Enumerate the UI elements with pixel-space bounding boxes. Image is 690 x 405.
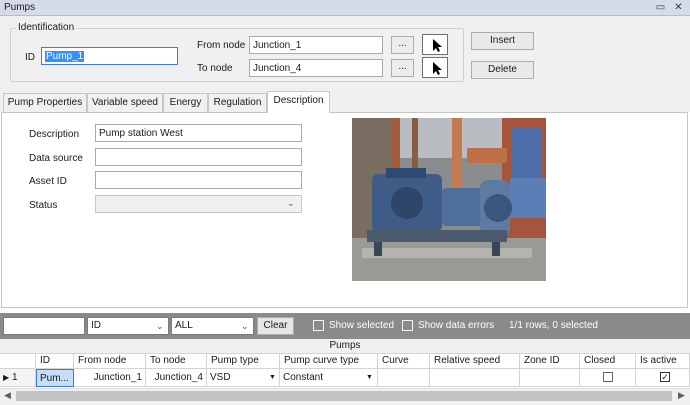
field-select-value: ID bbox=[91, 320, 101, 331]
id-value: Pump_1 bbox=[45, 51, 85, 62]
tab-regulation[interactable]: Regulation bbox=[208, 93, 267, 112]
grid-header-from-node[interactable]: From node bbox=[74, 353, 146, 369]
cursor-arrow-icon bbox=[433, 39, 442, 52]
show-data-errors-checkbox[interactable] bbox=[402, 320, 413, 331]
grid-search-input[interactable] bbox=[3, 317, 85, 335]
scroll-right-icon[interactable]: ▶ bbox=[678, 390, 685, 401]
cursor-arrow-icon bbox=[433, 62, 442, 75]
filter-select[interactable]: ALL ⌄ bbox=[171, 317, 254, 335]
description-label: Description bbox=[29, 129, 80, 140]
identification-legend: Identification bbox=[16, 22, 77, 33]
row-status-text: 1/1 rows, 0 selected bbox=[509, 320, 598, 331]
insert-button[interactable]: Insert bbox=[471, 32, 534, 50]
from-node-label: From node bbox=[197, 40, 246, 51]
window-titlebar: Pumps ▭ ✕ bbox=[0, 0, 690, 16]
show-selected-label: Show selected bbox=[329, 320, 395, 331]
chevron-down-icon: ⌄ bbox=[156, 321, 164, 331]
grid-header-pump-type[interactable]: Pump type bbox=[207, 353, 280, 369]
to-node-pick-button[interactable] bbox=[422, 57, 448, 78]
tab-energy[interactable]: Energy bbox=[163, 93, 208, 112]
tab-description[interactable]: Description bbox=[267, 91, 330, 113]
is-active-checkbox[interactable]: ✓ bbox=[660, 372, 670, 382]
status-select[interactable]: ⌄ bbox=[95, 195, 302, 213]
asset-id-label: Asset ID bbox=[29, 176, 67, 187]
row-index: 1 bbox=[11, 372, 18, 383]
cell-pump-type[interactable]: VSD ▼ bbox=[207, 369, 280, 387]
data-source-label: Data source bbox=[29, 153, 83, 164]
grid-title: Pumps bbox=[0, 339, 690, 353]
dropdown-arrow-icon: ▼ bbox=[366, 374, 373, 381]
close-icon[interactable]: ✕ bbox=[672, 1, 685, 14]
data-source-input[interactable] bbox=[95, 148, 302, 166]
closed-checkbox[interactable] bbox=[603, 372, 613, 382]
scroll-left-icon[interactable]: ◀ bbox=[4, 390, 11, 401]
show-selected-checkbox[interactable] bbox=[313, 320, 324, 331]
grid-header-corner bbox=[0, 353, 36, 369]
cell-is-active[interactable]: ✓ bbox=[636, 369, 690, 387]
grid-header-pump-curve-type[interactable]: Pump curve type bbox=[280, 353, 378, 369]
cell-zone-id[interactable] bbox=[520, 369, 580, 387]
from-node-browse-button[interactable]: ... bbox=[391, 36, 414, 54]
row-indicator[interactable]: ▶ 1 bbox=[0, 369, 36, 387]
restore-icon[interactable]: ▭ bbox=[654, 1, 667, 14]
show-data-errors-label: Show data errors bbox=[418, 320, 495, 331]
from-node-input[interactable]: Junction_1 bbox=[249, 36, 383, 54]
chevron-down-icon: ⌄ bbox=[241, 321, 249, 331]
field-select[interactable]: ID ⌄ bbox=[87, 317, 169, 335]
chevron-down-icon: ⌄ bbox=[287, 198, 295, 208]
cell-id[interactable]: Pum... bbox=[36, 369, 74, 387]
clear-button[interactable]: Clear bbox=[257, 317, 294, 335]
asset-id-input[interactable] bbox=[95, 171, 302, 189]
to-node-browse-button[interactable]: ... bbox=[391, 59, 414, 77]
cell-closed[interactable] bbox=[580, 369, 636, 387]
cell-curve[interactable] bbox=[378, 369, 430, 387]
grid-header-relative-speed[interactable]: Relative speed bbox=[430, 353, 520, 369]
grid-header-id[interactable]: ID bbox=[36, 353, 74, 369]
id-input[interactable]: Pump_1 bbox=[41, 47, 178, 65]
cell-pump-type-value: VSD bbox=[210, 372, 231, 383]
dropdown-arrow-icon: ▼ bbox=[269, 374, 276, 381]
description-input[interactable]: Pump station West bbox=[95, 124, 302, 142]
pump-photo-illustration bbox=[352, 118, 546, 281]
to-node-label: To node bbox=[197, 63, 233, 74]
cell-pump-curve-type[interactable]: Constant ▼ bbox=[280, 369, 378, 387]
from-node-pick-button[interactable] bbox=[422, 34, 448, 55]
grid-header-zone-id[interactable]: Zone ID bbox=[520, 353, 580, 369]
cell-pump-curve-type-value: Constant bbox=[283, 372, 324, 383]
filter-select-value: ALL bbox=[175, 320, 193, 331]
grid-header-closed[interactable]: Closed bbox=[580, 353, 636, 369]
to-node-input[interactable]: Junction_4 bbox=[249, 59, 383, 77]
window-title: Pumps bbox=[4, 2, 36, 13]
delete-button[interactable]: Delete bbox=[471, 61, 534, 79]
cell-from-node[interactable]: Junction_1 bbox=[74, 369, 146, 387]
grid-header-is-active[interactable]: Is active bbox=[636, 353, 690, 369]
tab-pump-properties[interactable]: Pump Properties bbox=[3, 93, 87, 112]
grid-header-to-node[interactable]: To node bbox=[146, 353, 207, 369]
grid-header-curve[interactable]: Curve bbox=[378, 353, 430, 369]
row-pointer-icon: ▶ bbox=[3, 373, 10, 382]
cell-to-node[interactable]: Junction_4 bbox=[146, 369, 207, 387]
tab-variable-speed[interactable]: Variable speed bbox=[87, 93, 163, 112]
cell-relative-speed[interactable] bbox=[430, 369, 520, 387]
scrollbar-thumb[interactable] bbox=[16, 391, 672, 401]
pump-station-photo bbox=[352, 118, 546, 281]
id-label: ID bbox=[25, 52, 35, 63]
status-label: Status bbox=[29, 200, 58, 211]
